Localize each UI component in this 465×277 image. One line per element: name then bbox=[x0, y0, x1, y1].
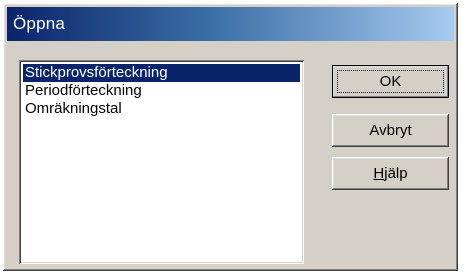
ok-button[interactable]: OK bbox=[332, 65, 449, 98]
help-accelerator-key: H bbox=[373, 165, 385, 182]
list-item-periodforteckning[interactable]: Periodförteckning bbox=[23, 82, 300, 100]
cancel-button[interactable]: Avbryt bbox=[332, 114, 449, 147]
open-dialog: Öppna Stickprovsförteckning Periodförtec… bbox=[3, 3, 458, 271]
ok-button-label: OK bbox=[379, 73, 402, 90]
help-button-label: Hjälp bbox=[373, 165, 407, 182]
listbox-items: Stickprovsförteckning Periodförteckning … bbox=[23, 64, 300, 118]
help-button[interactable]: Hjälp bbox=[332, 157, 449, 190]
list-item-stickprovsforteckning[interactable]: Stickprovsförteckning bbox=[23, 64, 300, 82]
report-listbox[interactable]: Stickprovsförteckning Periodförteckning … bbox=[19, 60, 304, 264]
cancel-button-label: Avbryt bbox=[369, 122, 412, 139]
help-label-rest: jälp bbox=[384, 165, 408, 182]
list-item-omrakningstal[interactable]: Omräkningstal bbox=[23, 100, 300, 118]
window-title: Öppna bbox=[13, 14, 66, 33]
title-bar[interactable]: Öppna bbox=[7, 7, 454, 41]
